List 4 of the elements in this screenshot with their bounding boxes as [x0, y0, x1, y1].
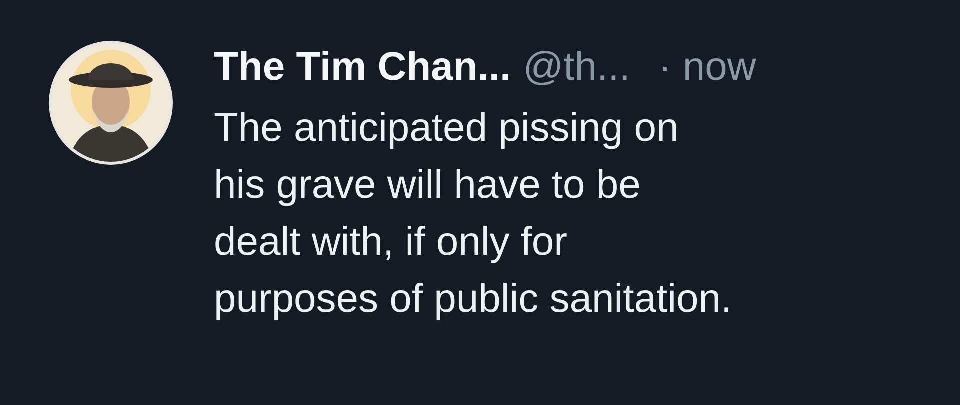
post-time: · now: [658, 44, 756, 91]
author-name[interactable]: The Tim Chan...: [214, 42, 512, 92]
author-handle[interactable]: @th...: [523, 42, 630, 92]
post-text: The anticipated pissing on his grave will have to be dealt with, if only for purposes of public sanitation.: [214, 105, 734, 323]
